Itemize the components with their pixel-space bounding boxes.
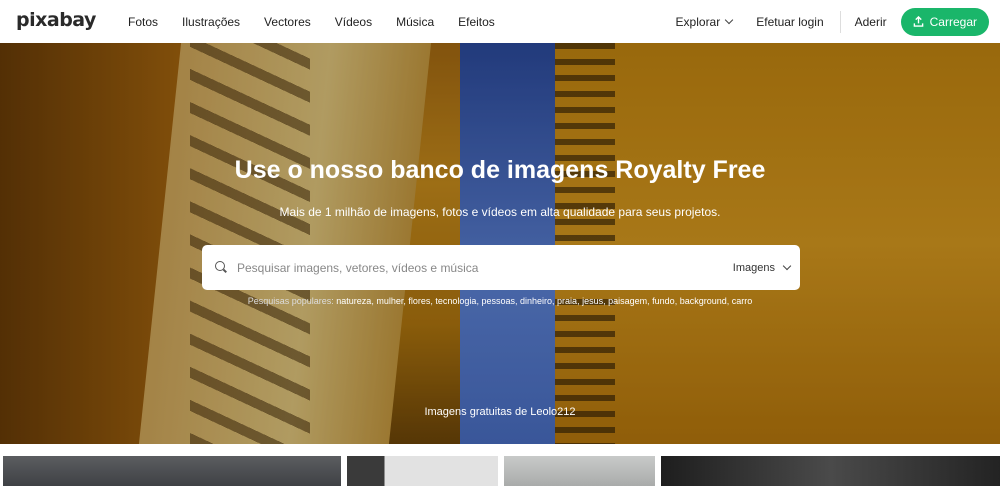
nav-link-musica[interactable]: Música [384, 15, 446, 29]
popular-searches-label: Pesquisas populares: [247, 296, 334, 306]
hero-overlay [0, 43, 1000, 444]
media-type-select[interactable]: Imagens [732, 245, 792, 290]
popular-tag[interactable]: paisagem [608, 296, 647, 306]
image-credit: Imagens gratuitas de Leolo212 [0, 406, 1000, 418]
popular-tag[interactable]: praia [557, 296, 577, 306]
popular-searches: Pesquisas populares: natureza, mulher, f… [247, 296, 753, 306]
join-link[interactable]: Aderir [855, 15, 887, 29]
main-nav: Fotos Ilustrações Vectores Vídeos Música… [116, 0, 507, 43]
hero-banner: Use o nosso banco de imagens Royalty Fre… [0, 43, 1000, 444]
search-bar: Imagens [202, 245, 800, 290]
media-type-label: Imagens [732, 261, 775, 274]
hero-title: Use o nosso banco de imagens Royalty Fre… [234, 156, 766, 184]
account-nav: Explorar Efetuar login Aderir Carregar [676, 0, 1000, 43]
popular-tag[interactable]: carro [732, 296, 753, 306]
nav-link-vectores[interactable]: Vectores [252, 15, 323, 29]
image-thumbnail[interactable] [347, 456, 498, 486]
nav-link-videos[interactable]: Vídeos [323, 15, 384, 29]
pixabay-logo[interactable]: pixabay [16, 9, 96, 31]
popular-tag[interactable]: flores [408, 296, 430, 306]
credit-prefix: Imagens gratuitas de [424, 406, 528, 418]
upload-label: Carregar [929, 14, 977, 29]
chevron-down-icon [782, 261, 792, 271]
top-bar: pixabay Fotos Ilustrações Vectores Vídeo… [0, 0, 1000, 43]
explore-menu[interactable]: Explorar [675, 14, 734, 29]
popular-tag[interactable]: dinheiro [520, 296, 552, 306]
chevron-down-icon [724, 15, 734, 25]
hero-subtitle: Mais de 1 milhão de imagens, fotos e víd… [279, 205, 721, 219]
popular-tag[interactable]: background [680, 296, 727, 306]
search-input[interactable] [237, 245, 707, 290]
image-thumbnail[interactable] [504, 456, 655, 486]
popular-tag[interactable]: mulher [376, 296, 403, 306]
upload-icon [913, 16, 923, 27]
popular-tag[interactable]: jesus [582, 296, 603, 306]
nav-link-ilustracoes[interactable]: Ilustrações [170, 15, 252, 29]
nav-link-efeitos[interactable]: Efeitos [446, 15, 507, 29]
popular-tag[interactable]: fundo [652, 296, 675, 306]
image-thumbnail[interactable] [661, 456, 1000, 486]
login-link[interactable]: Efetuar login [756, 10, 841, 33]
image-grid [0, 456, 1000, 486]
nav-link-fotos[interactable]: Fotos [116, 15, 170, 29]
search-icon[interactable] [215, 261, 225, 271]
popular-tag[interactable]: tecnologia [435, 296, 476, 306]
image-thumbnail[interactable] [3, 456, 341, 486]
explore-label: Explorar [675, 14, 721, 29]
popular-tag[interactable]: natureza [336, 296, 371, 306]
credit-user-link[interactable]: Leolo212 [530, 406, 575, 418]
upload-button[interactable]: Carregar [900, 7, 989, 36]
popular-tag[interactable]: pessoas [481, 296, 515, 306]
